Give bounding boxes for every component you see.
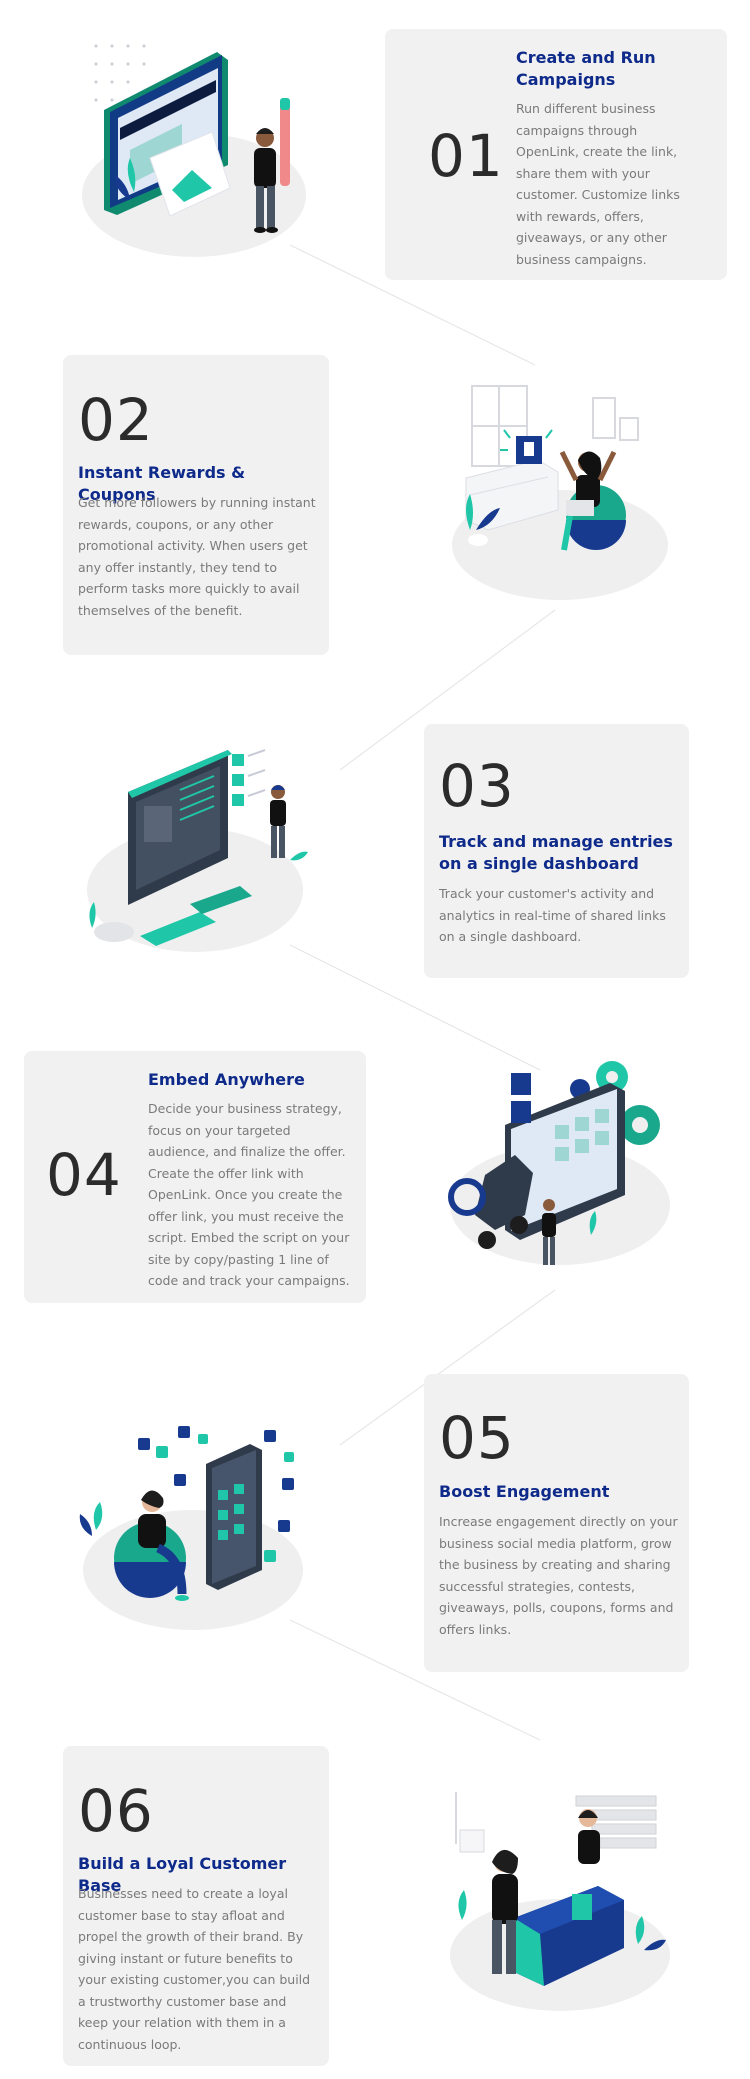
step-number: 02 xyxy=(78,386,154,454)
engagement-illustration xyxy=(79,1426,303,1630)
step-number: 06 xyxy=(78,1777,154,1845)
step-title: Boost Engagement xyxy=(439,1482,610,1501)
step-card-3: 03 Track and manage entries on a single … xyxy=(424,724,689,978)
dashboard-illustration xyxy=(87,749,308,952)
step-number: 01 xyxy=(428,122,504,190)
step-title: Create and Run Campaigns xyxy=(516,48,656,89)
step-description: Get more followers by running instant re… xyxy=(78,495,316,618)
step-card-6: 06 Build a Loyal Customer Base Businesse… xyxy=(63,1746,329,2066)
embed-illustration xyxy=(448,1061,670,1265)
step-card-5: 05 Boost Engagement Increase engagement … xyxy=(424,1374,689,1672)
step-description: Increase engagement directly on your bus… xyxy=(439,1514,678,1637)
step-number: 04 xyxy=(46,1141,122,1209)
step-title: Track and manage entries on a single das… xyxy=(439,832,673,873)
step-card-2: 02 Instant Rewards & Coupons Get more fo… xyxy=(63,355,329,655)
step-description: Run different business campaigns through… xyxy=(516,101,680,267)
step-description: Decide your business strategy, focus on … xyxy=(148,1101,350,1288)
step-number: 05 xyxy=(439,1404,515,1472)
step-description: Track your customer's activity and analy… xyxy=(439,886,666,944)
rewards-illustration xyxy=(452,385,668,600)
step-title: Embed Anywhere xyxy=(148,1070,305,1089)
step-card-1: 01 Create and Run Campaigns Run differen… xyxy=(385,29,727,280)
campaign-illustration xyxy=(82,44,306,257)
step-number: 03 xyxy=(439,752,515,820)
customer-base-illustration xyxy=(450,1792,670,2011)
step-description: Businesses need to create a loyal custom… xyxy=(78,1886,311,2052)
step-card-4: 04 Embed Anywhere Decide your business s… xyxy=(24,1051,366,1303)
